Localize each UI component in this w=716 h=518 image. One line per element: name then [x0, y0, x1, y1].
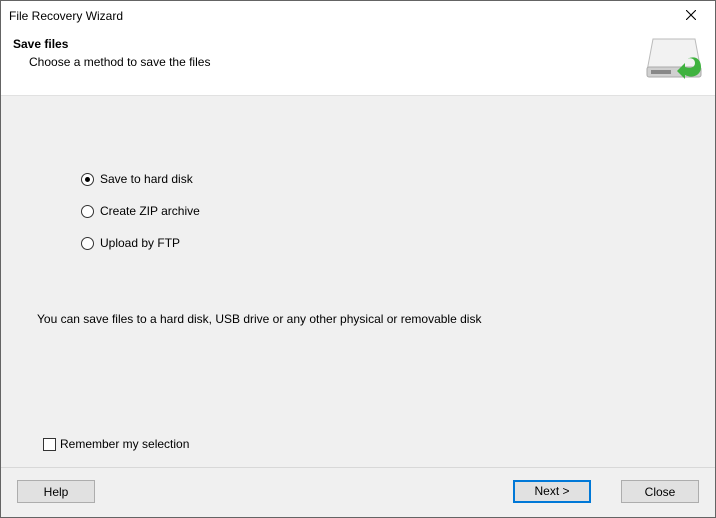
save-method-options: Save to hard disk Create ZIP archive Upl… — [81, 172, 689, 268]
close-window-button[interactable] — [669, 2, 713, 30]
titlebar: File Recovery Wizard — [1, 1, 715, 31]
radio-label: Create ZIP archive — [100, 204, 200, 218]
wizard-content: Save to hard disk Create ZIP archive Upl… — [1, 95, 715, 467]
wizard-footer: Help Next > Close — [1, 467, 715, 517]
close-icon — [686, 9, 696, 23]
radio-icon — [81, 237, 94, 250]
radio-label: Upload by FTP — [100, 236, 180, 250]
wizard-header: Save files Choose a method to save the f… — [1, 31, 715, 95]
radio-icon — [81, 173, 94, 186]
hard-disk-save-icon — [645, 37, 703, 81]
window-title: File Recovery Wizard — [9, 9, 669, 23]
remember-selection-checkbox[interactable]: Remember my selection — [43, 437, 689, 451]
header-text: Save files Choose a method to save the f… — [13, 37, 645, 81]
method-description: You can save files to a hard disk, USB d… — [37, 312, 689, 326]
header-subtitle: Choose a method to save the files — [13, 55, 645, 69]
radio-upload-by-ftp[interactable]: Upload by FTP — [81, 236, 689, 250]
close-button[interactable]: Close — [621, 480, 699, 503]
help-button[interactable]: Help — [17, 480, 95, 503]
remember-label: Remember my selection — [60, 437, 189, 451]
wizard-window: File Recovery Wizard Save files Choose a… — [0, 0, 716, 518]
header-title: Save files — [13, 37, 645, 51]
radio-create-zip-archive[interactable]: Create ZIP archive — [81, 204, 689, 218]
next-button[interactable]: Next > — [513, 480, 591, 503]
radio-icon — [81, 205, 94, 218]
radio-save-to-hard-disk[interactable]: Save to hard disk — [81, 172, 689, 186]
radio-label: Save to hard disk — [100, 172, 193, 186]
checkbox-icon — [43, 438, 56, 451]
